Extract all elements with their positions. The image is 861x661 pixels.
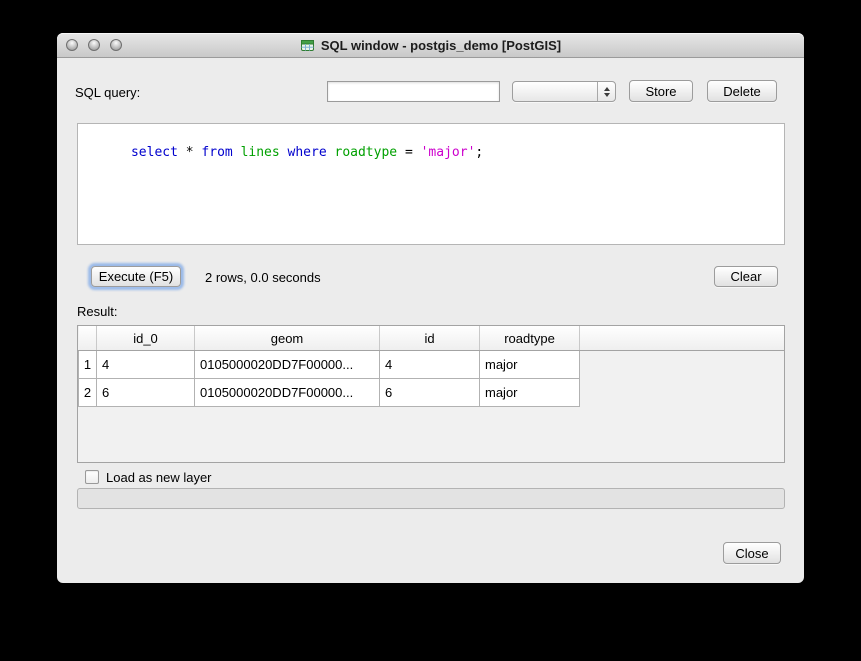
table-cell-id_0[interactable]: 4 bbox=[97, 351, 195, 379]
table-cell-id[interactable]: 4 bbox=[380, 351, 480, 379]
result-table: id_0 geom id roadtype 1 4 0105000020DD7F… bbox=[77, 325, 785, 463]
window-title: SQL window - postgis_demo [PostGIS] bbox=[321, 38, 561, 53]
table-cell-geom[interactable]: 0105000020DD7F00000... bbox=[195, 379, 380, 407]
sql-editor[interactable]: select * from lines where roadtype = 'ma… bbox=[77, 123, 785, 245]
row-number-cell[interactable]: 1 bbox=[79, 351, 97, 379]
result-label: Result: bbox=[77, 304, 117, 320]
sql-token: select bbox=[131, 145, 178, 160]
table-cell-roadtype[interactable]: major bbox=[480, 351, 580, 379]
sql-token: from bbox=[201, 145, 232, 160]
store-button[interactable]: Store bbox=[629, 80, 693, 102]
table-cell-roadtype[interactable]: major bbox=[480, 379, 580, 407]
column-header-id[interactable]: id bbox=[380, 326, 480, 351]
query-status-text: 2 rows, 0.0 seconds bbox=[205, 270, 321, 286]
table-blank-cell bbox=[580, 351, 785, 379]
column-header-rownum[interactable] bbox=[79, 326, 97, 351]
layer-name-input bbox=[77, 488, 785, 509]
query-name-input[interactable] bbox=[327, 81, 500, 102]
row-number-cell[interactable]: 2 bbox=[79, 379, 97, 407]
table-cell-geom[interactable]: 0105000020DD7F00000... bbox=[195, 351, 380, 379]
sql-token: lines bbox=[241, 145, 280, 160]
sql-window-icon bbox=[300, 38, 315, 53]
sql-token bbox=[233, 145, 241, 160]
sql-token bbox=[327, 145, 335, 160]
column-header-roadtype[interactable]: roadtype bbox=[480, 326, 580, 351]
column-header-filler bbox=[580, 326, 785, 351]
sql-token: ; bbox=[475, 145, 483, 160]
execute-button[interactable]: Execute (F5) bbox=[91, 266, 181, 287]
title-bar[interactable]: SQL window - postgis_demo [PostGIS] bbox=[57, 33, 804, 58]
table-cell-id[interactable]: 6 bbox=[380, 379, 480, 407]
sql-token: * bbox=[178, 145, 201, 160]
table-blank-cell bbox=[580, 379, 785, 407]
sql-token: = bbox=[397, 145, 420, 160]
sql-token: roadtype bbox=[335, 145, 398, 160]
table-row[interactable]: 1 4 0105000020DD7F00000... 4 major bbox=[79, 351, 785, 379]
desktop-background: SQL window - postgis_demo [PostGIS] SQL … bbox=[0, 0, 861, 661]
clear-button[interactable]: Clear bbox=[714, 266, 778, 287]
minimize-window-button[interactable] bbox=[88, 39, 100, 51]
combo-stepper-icon bbox=[597, 82, 615, 101]
close-window-button[interactable] bbox=[66, 39, 78, 51]
sql-window: SQL window - postgis_demo [PostGIS] SQL … bbox=[57, 33, 804, 583]
sql-token bbox=[280, 145, 288, 160]
load-layer-label[interactable]: Load as new layer bbox=[106, 470, 212, 486]
sql-query-label: SQL query: bbox=[75, 85, 140, 101]
sql-token: 'major' bbox=[421, 145, 476, 160]
delete-button[interactable]: Delete bbox=[707, 80, 777, 102]
close-button[interactable]: Close bbox=[723, 542, 781, 564]
window-title-group: SQL window - postgis_demo [PostGIS] bbox=[300, 38, 561, 53]
stored-query-combo[interactable] bbox=[512, 81, 616, 102]
load-layer-checkbox[interactable] bbox=[85, 470, 99, 484]
table-header-row: id_0 geom id roadtype bbox=[79, 326, 785, 351]
table-cell-id_0[interactable]: 6 bbox=[97, 379, 195, 407]
table-row[interactable]: 2 6 0105000020DD7F00000... 6 major bbox=[79, 379, 785, 407]
window-controls bbox=[66, 39, 122, 51]
column-header-id_0[interactable]: id_0 bbox=[97, 326, 195, 351]
column-header-geom[interactable]: geom bbox=[195, 326, 380, 351]
sql-token: where bbox=[288, 145, 327, 160]
zoom-window-button[interactable] bbox=[110, 39, 122, 51]
